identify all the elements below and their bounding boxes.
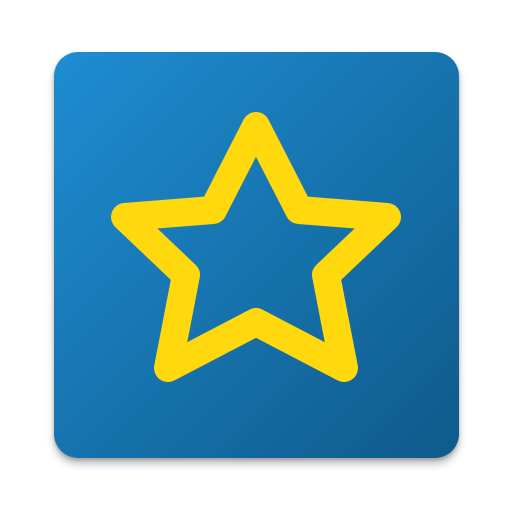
app-icon-tile[interactable] [54, 52, 459, 458]
app-icon-graphic [54, 52, 459, 458]
app-icon-canvas [0, 0, 512, 512]
